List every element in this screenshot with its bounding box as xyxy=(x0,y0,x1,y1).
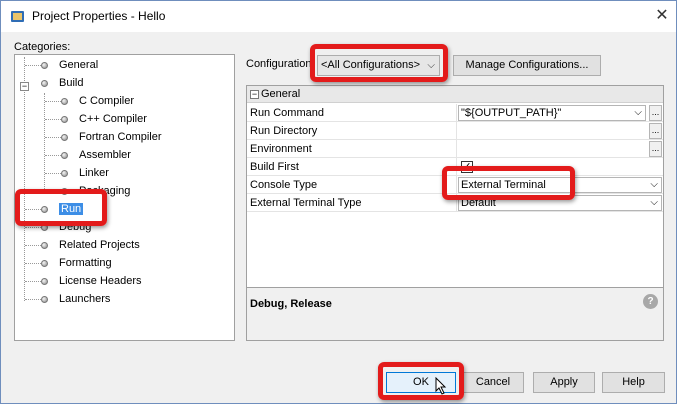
run-directory-field[interactable] xyxy=(456,122,663,140)
categories-label: Categories: xyxy=(14,41,71,53)
property-row-build-first: Build First ✓ xyxy=(247,158,663,176)
apply-button[interactable]: Apply xyxy=(533,372,595,393)
node-icon xyxy=(41,206,48,213)
configuration-select[interactable]: <All Configurations> ⌵ xyxy=(317,55,440,76)
property-name: Environment xyxy=(250,143,312,155)
property-row-run-directory: Run Directory ... xyxy=(247,122,663,140)
tree-item-label: General xyxy=(59,59,99,71)
tree-item-label: C Compiler xyxy=(79,95,135,107)
chevron-down-icon: ⌵ xyxy=(650,179,658,190)
node-icon xyxy=(61,116,68,123)
tree-item-cpp-compiler[interactable]: C++ Compiler xyxy=(59,111,147,127)
node-icon xyxy=(41,80,48,87)
tree-item-label: Build xyxy=(59,77,84,89)
run-command-browse-button[interactable]: ... xyxy=(649,105,662,121)
property-row-console-type: Console Type External Terminal ⌵ xyxy=(247,176,663,194)
tree-item-label: Linker xyxy=(79,167,109,179)
run-command-value: "${OUTPUT_PATH}" xyxy=(461,107,562,119)
node-icon xyxy=(41,260,48,267)
environment-browse-button[interactable]: ... xyxy=(649,141,662,157)
tree-item-label: Launchers xyxy=(59,293,111,305)
console-type-combo[interactable]: External Terminal ⌵ xyxy=(458,177,662,193)
external-terminal-type-value: Default xyxy=(461,197,496,209)
property-group-label: General xyxy=(261,88,301,100)
property-name: External Terminal Type xyxy=(250,197,362,209)
node-icon xyxy=(61,152,68,159)
tree-item-build[interactable]: Build xyxy=(39,75,83,91)
node-icon xyxy=(61,98,68,105)
run-directory-browse-button[interactable]: ... xyxy=(649,123,662,139)
console-type-value: External Terminal xyxy=(461,179,546,191)
property-row-external-terminal-type: External Terminal Type Default ⌵ xyxy=(247,194,663,212)
help-icon[interactable]: ? xyxy=(643,294,658,309)
mouse-cursor-icon xyxy=(435,377,447,395)
run-command-combo[interactable]: "${OUTPUT_PATH}" ⌵ xyxy=(458,105,646,121)
tree-item-fortran-compiler[interactable]: Fortran Compiler xyxy=(59,129,162,145)
property-sheet: − General Run Command "${OUTPUT_PATH}" ⌵… xyxy=(246,85,664,288)
window-title: Project Properties - Hello xyxy=(32,9,166,23)
build-expander-icon[interactable]: − xyxy=(20,82,29,91)
external-terminal-type-combo[interactable]: Default ⌵ xyxy=(458,195,662,211)
chevron-down-icon: ⌵ xyxy=(650,197,658,208)
property-group-general[interactable]: − General xyxy=(247,86,663,103)
cancel-button[interactable]: Cancel xyxy=(462,372,524,393)
environment-field[interactable] xyxy=(456,140,663,158)
tree-item-label: License Headers xyxy=(59,275,142,287)
property-name: Build First xyxy=(250,161,299,173)
tree-item-debug[interactable]: Debug xyxy=(39,219,91,235)
collapse-icon[interactable]: − xyxy=(250,90,259,99)
tree-item-label: Assembler xyxy=(79,149,131,161)
tree-item-label: Run xyxy=(59,203,84,215)
tree-item-packaging[interactable]: Packaging xyxy=(59,183,130,199)
tree-item-label: Debug xyxy=(59,221,92,233)
chevron-down-icon: ⌵ xyxy=(634,107,642,118)
tree-item-run[interactable]: Run xyxy=(39,201,84,217)
categories-tree[interactable]: − General Build C Compiler C++ Compiler … xyxy=(14,54,235,341)
tree-item-general[interactable]: General xyxy=(39,57,98,73)
node-icon xyxy=(61,170,68,177)
property-value-cell xyxy=(456,158,663,176)
build-first-checkbox[interactable]: ✓ xyxy=(461,161,473,173)
tree-item-c-compiler[interactable]: C Compiler xyxy=(59,93,134,109)
project-properties-dialog: Project Properties - Hello ✕ Categories:… xyxy=(0,0,677,404)
netbeans-app-icon xyxy=(11,11,24,22)
tree-item-launchers[interactable]: Launchers xyxy=(39,291,110,307)
node-icon xyxy=(41,242,48,249)
tree-item-label: Packaging xyxy=(79,185,131,197)
tree-connector xyxy=(24,57,25,301)
node-icon xyxy=(41,62,48,69)
configuration-selected: <All Configurations> xyxy=(321,59,421,71)
property-description-panel: Debug, Release ? xyxy=(246,288,664,341)
property-name: Console Type xyxy=(250,179,318,191)
tree-connector xyxy=(44,93,45,193)
property-name: Run Directory xyxy=(250,125,318,137)
tree-item-linker[interactable]: Linker xyxy=(59,165,109,181)
node-icon xyxy=(61,134,68,141)
tree-item-label: C++ Compiler xyxy=(79,113,147,125)
property-description: Debug, Release xyxy=(250,298,332,310)
tree-item-assembler[interactable]: Assembler xyxy=(59,147,131,163)
chevron-down-icon: ⌵ xyxy=(427,60,435,71)
node-icon xyxy=(41,296,48,303)
tree-item-label: Fortran Compiler xyxy=(79,131,162,143)
title-bar: Project Properties - Hello ✕ xyxy=(1,1,676,32)
tree-item-related-projects[interactable]: Related Projects xyxy=(39,237,140,253)
node-icon xyxy=(41,278,48,285)
property-name: Run Command xyxy=(250,107,324,119)
tree-item-formatting[interactable]: Formatting xyxy=(39,255,112,271)
configuration-label: Configuration: xyxy=(246,58,315,70)
close-icon[interactable]: ✕ xyxy=(649,4,675,28)
help-button[interactable]: Help xyxy=(602,372,665,393)
node-icon xyxy=(61,188,68,195)
node-icon xyxy=(41,224,48,231)
tree-item-label: Formatting xyxy=(59,257,112,269)
tree-item-license-headers[interactable]: License Headers xyxy=(39,273,142,289)
tree-item-label: Related Projects xyxy=(59,239,140,251)
property-row-environment: Environment ... xyxy=(247,140,663,158)
manage-configurations-button[interactable]: Manage Configurations... xyxy=(453,55,601,76)
property-row-run-command: Run Command "${OUTPUT_PATH}" ⌵ ... xyxy=(247,104,663,122)
